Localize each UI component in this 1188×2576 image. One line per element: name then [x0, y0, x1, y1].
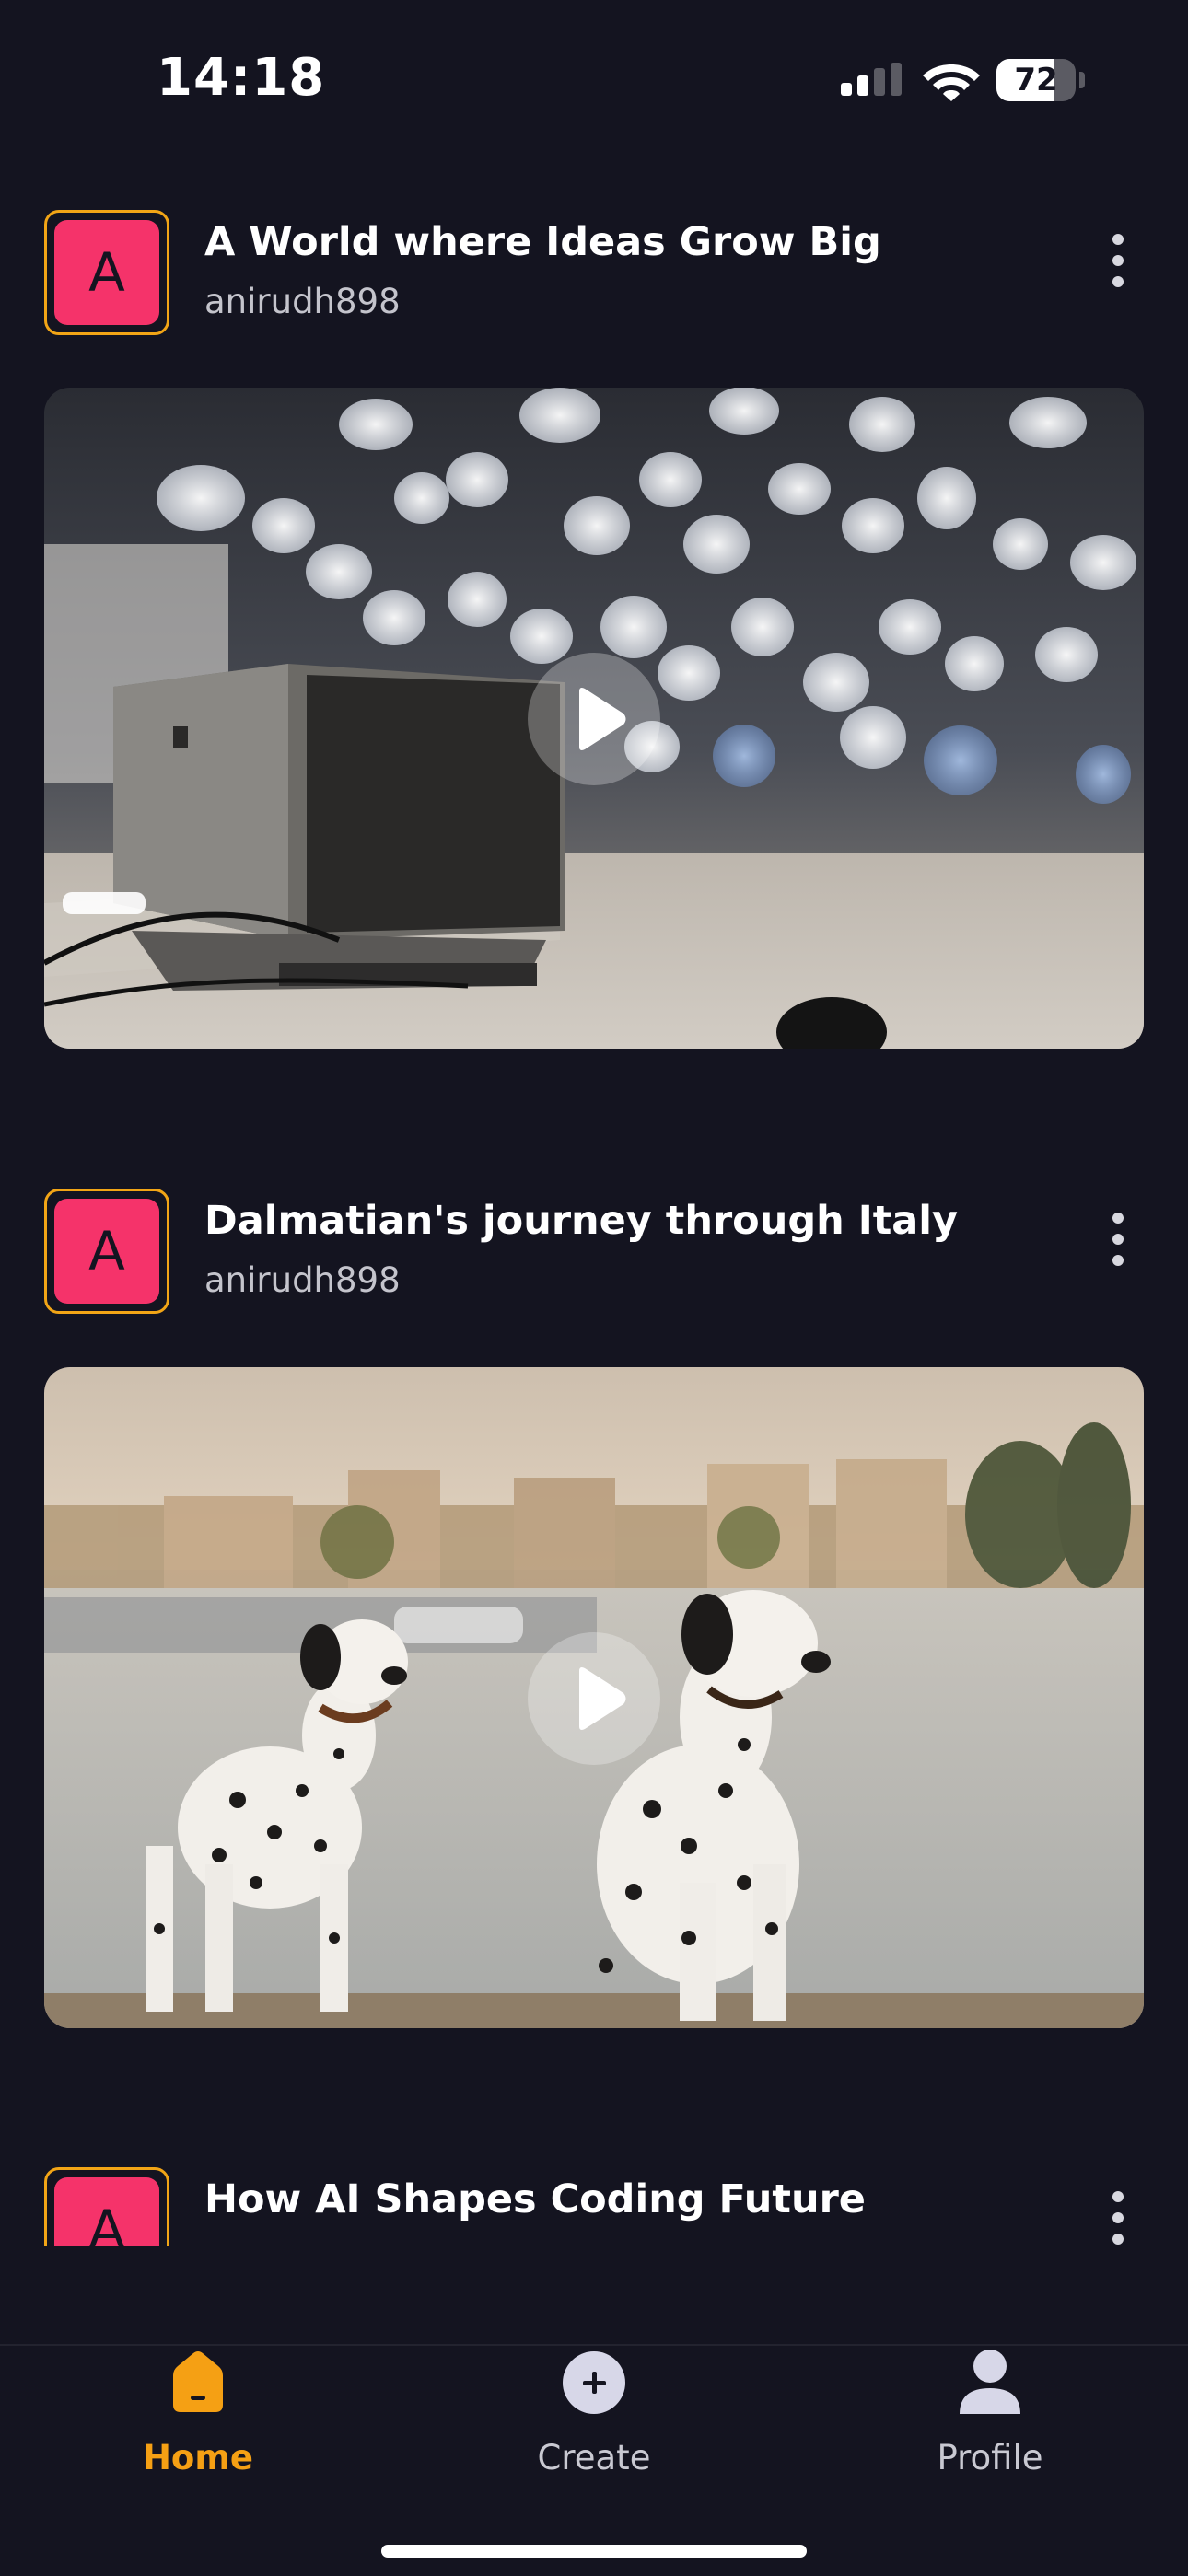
- post-title[interactable]: How AI Shapes Coding Future: [204, 2176, 866, 2222]
- play-button[interactable]: [528, 1632, 660, 1765]
- nav-label-home: Home: [142, 2438, 254, 2477]
- post-title[interactable]: A World where Ideas Grow Big: [204, 219, 881, 265]
- more-options-icon[interactable]: [1100, 1207, 1136, 1271]
- play-icon: [579, 688, 626, 750]
- post-author[interactable]: anirudh898: [204, 282, 401, 321]
- post-header[interactable]: A Dalmatian's journey through Italy anir…: [0, 1189, 1188, 1317]
- home-indicator: [381, 2545, 807, 2558]
- author-avatar[interactable]: A: [44, 210, 169, 335]
- nav-item-profile[interactable]: Profile: [852, 2346, 1128, 2530]
- post-title[interactable]: Dalmatian's journey through Italy: [204, 1198, 958, 1244]
- author-avatar[interactable]: A: [44, 2167, 169, 2246]
- feed[interactable]: A A World where Ideas Grow Big anirudh89…: [0, 0, 1188, 2246]
- avatar-letter: A: [54, 1199, 159, 1304]
- nav-item-home[interactable]: Home: [60, 2346, 336, 2530]
- play-icon: [579, 1667, 626, 1730]
- author-avatar[interactable]: A: [44, 1189, 169, 1314]
- post-header[interactable]: A How AI Shapes Coding Future: [0, 2167, 1188, 2246]
- more-options-icon[interactable]: [1100, 2186, 1136, 2246]
- nav-label-create: Create: [537, 2438, 651, 2477]
- post-header[interactable]: A A World where Ideas Grow Big anirudh89…: [0, 210, 1188, 339]
- more-options-icon[interactable]: [1100, 228, 1136, 293]
- nav-label-profile: Profile: [937, 2438, 1043, 2477]
- post-author[interactable]: anirudh898: [204, 1260, 401, 1300]
- play-button[interactable]: [528, 653, 660, 785]
- plus-circle-icon: [563, 2351, 625, 2414]
- video-thumbnail[interactable]: [44, 1367, 1144, 2028]
- person-icon: [960, 2350, 1020, 2414]
- bottom-navigation: Home Create Profile: [0, 2344, 1188, 2576]
- video-thumbnail[interactable]: [44, 388, 1144, 1049]
- avatar-letter: A: [54, 220, 159, 325]
- home-icon: [173, 2351, 223, 2412]
- avatar-letter: A: [54, 2177, 159, 2246]
- nav-item-create[interactable]: Create: [456, 2346, 732, 2530]
